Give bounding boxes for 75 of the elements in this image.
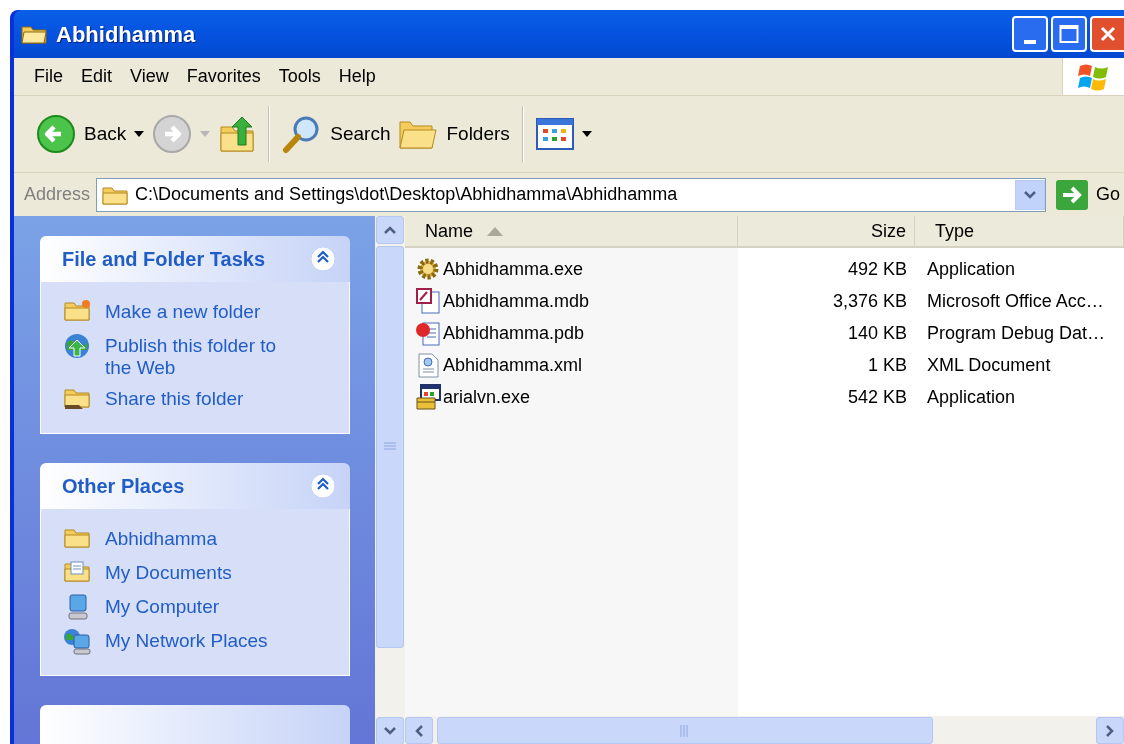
window-title: Abhidhamma bbox=[56, 20, 197, 49]
maximize-icon bbox=[1059, 24, 1079, 44]
column-header[interactable]: Type bbox=[915, 216, 1124, 246]
chevron-up-icon bbox=[383, 225, 397, 235]
chevron-down-icon bbox=[383, 726, 397, 736]
folder-up-icon bbox=[218, 115, 257, 153]
menu-item[interactable]: Help bbox=[332, 63, 382, 90]
caret-down-icon bbox=[134, 131, 145, 137]
scroll-thumb[interactable] bbox=[437, 717, 933, 744]
horizontal-scrollbar[interactable] bbox=[405, 716, 1124, 744]
file-name[interactable]: Abhidhamma.xml bbox=[443, 351, 583, 379]
close-button[interactable] bbox=[1090, 16, 1124, 52]
panel-title: Other Places bbox=[62, 474, 186, 499]
close-icon bbox=[1099, 25, 1117, 43]
caret-down-icon bbox=[581, 131, 592, 137]
scroll-down-button[interactable] bbox=[376, 717, 404, 744]
grip-icon bbox=[680, 724, 690, 737]
gear-icon bbox=[415, 256, 441, 282]
minimize-icon bbox=[1024, 40, 1036, 44]
task-link[interactable]: My Network Places bbox=[105, 627, 268, 652]
column-header[interactable]: Name bbox=[405, 216, 738, 246]
scroll-up-button[interactable] bbox=[376, 216, 404, 244]
file-size: 542 KB bbox=[847, 385, 907, 409]
file-size: 1 KB bbox=[867, 353, 907, 377]
installer-icon bbox=[415, 384, 441, 410]
file-size: 492 KB bbox=[847, 257, 907, 281]
grip-icon bbox=[384, 442, 396, 452]
menu-item[interactable]: Favorites bbox=[180, 63, 267, 90]
dropdown-button[interactable] bbox=[1015, 179, 1045, 210]
search-button[interactable]: Search bbox=[278, 106, 395, 162]
chevron-down-icon bbox=[1023, 189, 1037, 200]
minimize-button[interactable] bbox=[1012, 16, 1048, 52]
file-type: Program Debug Dat… bbox=[927, 322, 1106, 343]
chevron-right-icon bbox=[1105, 723, 1115, 738]
task-link[interactable]: Publish this folder to the Web bbox=[105, 332, 305, 379]
file-type: Application bbox=[927, 386, 1016, 407]
file-type: Application bbox=[927, 258, 1016, 279]
menu-item[interactable]: File bbox=[28, 63, 69, 90]
network-computers-icon bbox=[63, 627, 93, 655]
file-name[interactable]: Abhidhamma.pdb bbox=[443, 319, 585, 347]
folders-button[interactable]: Folders bbox=[394, 106, 514, 162]
back-button[interactable]: Back bbox=[32, 106, 149, 162]
scroll-left-button[interactable] bbox=[405, 717, 433, 744]
task-link[interactable]: My Documents bbox=[105, 559, 232, 584]
address-label: Address bbox=[24, 183, 91, 206]
panel-header[interactable]: Other Places bbox=[40, 463, 350, 509]
panel-header[interactable]: File and Folder Tasks bbox=[40, 236, 350, 282]
menu-item[interactable]: Tools bbox=[272, 63, 327, 90]
file-name[interactable]: Abhidhamma.exe bbox=[443, 255, 584, 283]
file-size: 3,376 KB bbox=[832, 289, 907, 313]
view-grid-icon bbox=[535, 118, 574, 150]
file-type: Microsoft Office Acc… bbox=[927, 290, 1104, 311]
task-link[interactable]: Share this folder bbox=[105, 385, 244, 410]
menu-item[interactable]: View bbox=[124, 63, 175, 90]
xml-document-icon bbox=[415, 352, 441, 378]
address-field[interactable]: C:\Documents and Settings\dot\Desktop\Abhidhamma\Abhidhamma bbox=[96, 177, 1046, 212]
vertical-scrollbar[interactable] bbox=[375, 216, 405, 744]
menu-item[interactable]: Edit bbox=[75, 63, 119, 90]
chevron-left-icon bbox=[414, 723, 424, 738]
task-link[interactable]: Abhidhamma bbox=[105, 525, 217, 550]
file-name[interactable]: Abhidhamma.mdb bbox=[443, 287, 590, 315]
debug-document-icon bbox=[415, 320, 441, 346]
file-type: XML Document bbox=[927, 354, 1051, 375]
scroll-thumb[interactable] bbox=[376, 246, 404, 648]
column-header[interactable]: Size bbox=[738, 216, 915, 246]
caret-down-icon bbox=[200, 131, 211, 137]
file-size: 140 KB bbox=[847, 321, 907, 345]
task-link[interactable]: My Computer bbox=[105, 593, 220, 618]
task-link[interactable]: Make a new folder bbox=[105, 298, 261, 323]
file-name[interactable]: arialvn.exe bbox=[443, 383, 531, 411]
maximize-button[interactable] bbox=[1051, 16, 1087, 52]
panel-title: File and Folder Tasks bbox=[62, 247, 267, 272]
go-button[interactable]: Go bbox=[1052, 177, 1124, 212]
scroll-right-button[interactable] bbox=[1096, 717, 1124, 744]
database-document-icon bbox=[415, 288, 441, 314]
